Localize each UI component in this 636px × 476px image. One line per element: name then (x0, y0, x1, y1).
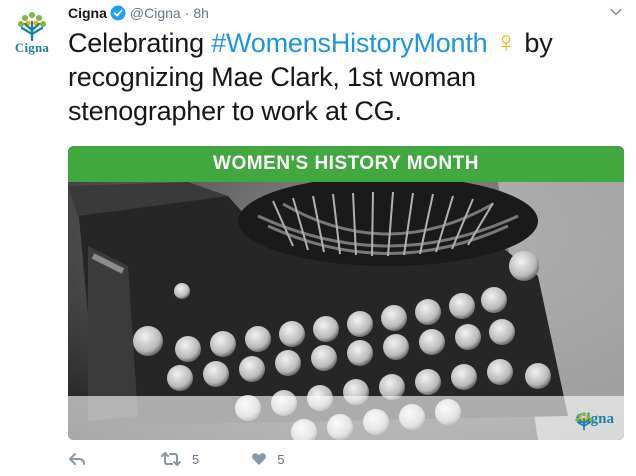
reply-icon (69, 453, 85, 465)
cigna-logo: Cigna (573, 411, 614, 431)
avatar-wordmark: Cigna (14, 40, 50, 55)
retweet-count: 5 (192, 451, 200, 467)
tweet-text: Celebrating #WomensHistoryMonth ♀ by rec… (68, 26, 628, 128)
retweet-icon (161, 452, 181, 466)
female-sign-emoji: ♀ (494, 26, 518, 59)
verified-badge-icon (110, 5, 126, 21)
tweet-text-start: Celebrating (68, 28, 212, 58)
bottom-overlay (68, 396, 624, 440)
display-name[interactable]: Cigna (68, 5, 107, 21)
cigna-tree-icon (574, 412, 593, 431)
separator-dot: · (184, 5, 190, 21)
cigna-tree-icon (18, 12, 46, 42)
tweet-image[interactable]: WOMEN'S HISTORY MONTH Cigna (68, 146, 624, 440)
tweet-actions: 5 5 (68, 448, 284, 470)
user-handle[interactable]: @Cigna (130, 5, 181, 21)
avatar[interactable]: Cigna (8, 10, 56, 62)
tweet-header: Cigna @Cigna · 8h (68, 3, 209, 23)
banner-title: WOMEN'S HISTORY MONTH (68, 146, 624, 182)
like-count: 5 (277, 451, 285, 467)
retweet-button[interactable]: 5 (160, 452, 199, 467)
chevron-down-icon[interactable] (610, 8, 622, 16)
hashtag-link[interactable]: #WomensHistoryMonth (211, 28, 488, 58)
like-button[interactable]: 5 (251, 452, 284, 467)
heart-icon (252, 453, 267, 465)
timestamp[interactable]: 8h (193, 5, 209, 21)
reply-button[interactable] (68, 452, 86, 466)
